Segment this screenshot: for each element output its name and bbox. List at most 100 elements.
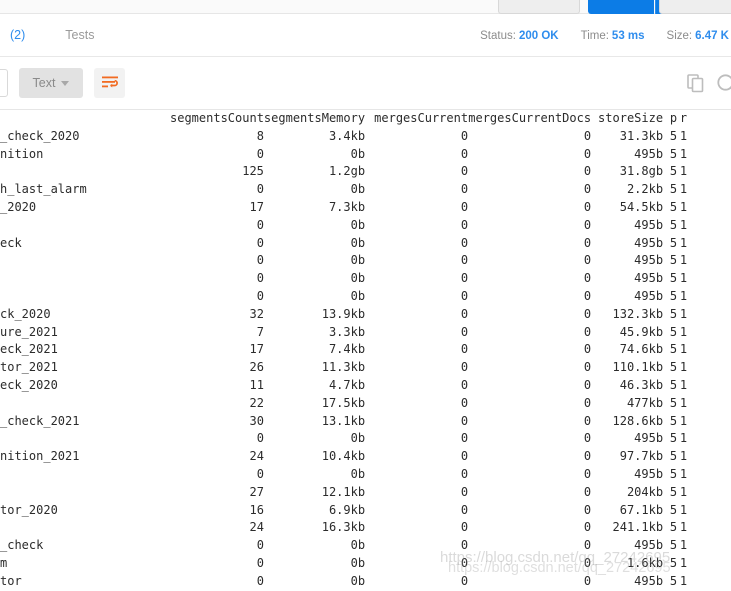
cell-store-size: 132.3kb [612, 306, 664, 321]
cell-index: eck_2020 [0, 377, 58, 392]
cell-p: 5 [669, 306, 678, 321]
cell-merges-current-docs: 0 [583, 253, 592, 268]
word-wrap-toggle[interactable] [94, 68, 125, 98]
cell-merges-current-docs: 0 [583, 306, 592, 321]
cell-index: nition_2021 [0, 449, 80, 464]
body-format-select[interactable]: Text [19, 68, 83, 98]
cell-r: 1 [679, 395, 688, 410]
tab-cookies-count[interactable]: (2) [4, 14, 31, 57]
cell-segments-memory: 7.3kb [328, 199, 366, 214]
table-row: 125 1.2gb 0 0 31.8gb 5 1 [0, 163, 687, 181]
cell-p: 5 [669, 288, 678, 303]
params-button[interactable] [498, 0, 580, 14]
response-status-group: Status: 200 OK Time: 53 ms Size: 6.47 K [458, 14, 731, 57]
cell-merges-current: 0 [460, 199, 469, 214]
cell-index: _2020 [0, 199, 37, 214]
table-head: segmentsCount segmentsMemory mergesCurre… [0, 110, 687, 128]
cell-merges-current-docs: 0 [583, 235, 592, 250]
cell-merges-current: 0 [460, 538, 469, 553]
cell-index: ure_2021 [0, 324, 58, 339]
cell-segments-memory: 0b [350, 466, 366, 481]
cell-store-size: 495b [634, 271, 664, 286]
col-store-size: storeSize [598, 111, 664, 125]
table-row: 0 0b 0 0 495b 5 1 [0, 252, 687, 270]
cell-segments-count: 24 [249, 449, 264, 464]
tab-tests[interactable]: Tests [53, 14, 106, 57]
cell-merges-current-docs: 0 [583, 466, 592, 481]
cell-p: 5 [669, 360, 678, 375]
size-label: Size: [666, 29, 693, 42]
cell-segments-count: 17 [249, 342, 264, 357]
word-wrap-icon [101, 76, 118, 88]
cell-merges-current-docs: 0 [583, 146, 592, 161]
cell-p: 5 [669, 555, 678, 570]
cell-segments-count: 16 [249, 502, 264, 517]
cell-store-size: 495b [634, 431, 664, 446]
cell-p: 5 [669, 164, 678, 179]
cell-r: 1 [679, 431, 688, 446]
table-row: 0 0b 0 0 495b 5 1 [0, 430, 687, 448]
cell-segments-count: 0 [256, 235, 264, 250]
cell-r: 1 [679, 182, 688, 197]
size-badge[interactable]: Size: 6.47 K [667, 30, 729, 42]
cell-r: 1 [679, 484, 688, 499]
cell-merges-current: 0 [460, 555, 469, 570]
cell-segments-memory: 0b [350, 182, 366, 197]
cell-merges-current: 0 [460, 324, 469, 339]
raw-view-button[interactable] [0, 69, 8, 97]
table-row: 24 16.3kb 0 0 241.1kb 5 1 [0, 519, 687, 537]
cell-merges-current-docs: 0 [583, 217, 592, 232]
cell-segments-memory: 0b [350, 253, 366, 268]
cell-index [0, 430, 170, 448]
table-row: m 0 0b 0 0 1.6kb 5 1 [0, 555, 687, 573]
cell-p: 5 [669, 520, 678, 535]
cell-merges-current: 0 [460, 182, 469, 197]
cell-merges-current-docs: 0 [583, 449, 592, 464]
cell-merges-current: 0 [460, 449, 469, 464]
cell-r: 1 [679, 342, 688, 357]
col-index [0, 110, 170, 128]
cell-segments-count: 0 [256, 288, 264, 303]
cell-merges-current: 0 [460, 271, 469, 286]
cell-segments-memory: 0b [350, 538, 366, 553]
table-row: _check_2020 8 3.4kb 0 0 31.3kb 5 1 [0, 128, 687, 146]
cell-segments-count: 0 [256, 573, 264, 588]
search-response-button[interactable] [716, 73, 731, 100]
cell-store-size: 1.6kb [626, 555, 664, 570]
cell-segments-count: 0 [256, 555, 264, 570]
col-merges-current: mergesCurrent [374, 111, 469, 125]
cell-p: 5 [669, 431, 678, 446]
cell-store-size: 495b [634, 573, 664, 588]
table-row: nition 0 0b 0 0 495b 5 1 [0, 146, 687, 164]
cell-merges-current: 0 [460, 360, 469, 375]
cell-r: 1 [679, 164, 688, 179]
response-body-viewer[interactable]: segmentsCount segmentsMemory mergesCurre… [0, 110, 731, 591]
send-button[interactable] [588, 0, 654, 14]
cell-segments-count: 0 [256, 182, 264, 197]
cell-merges-current: 0 [460, 502, 469, 517]
copy-response-button[interactable] [687, 74, 707, 99]
cell-index: tor_2021 [0, 360, 58, 375]
cell-store-size: 31.3kb [619, 128, 664, 143]
status-badge[interactable]: Status: 200 OK [480, 30, 558, 42]
cell-segments-count: 0 [256, 431, 264, 446]
cell-segments-memory: 11.3kb [321, 360, 366, 375]
cell-p: 5 [669, 538, 678, 553]
cell-r: 1 [679, 253, 688, 268]
col-merges-current-docs: mergesCurrentDocs [468, 111, 592, 125]
cell-store-size: 495b [634, 466, 664, 481]
cell-segments-count: 11 [249, 377, 264, 392]
cell-index [0, 252, 170, 270]
cell-store-size: 74.6kb [619, 342, 664, 357]
save-button[interactable] [659, 0, 731, 14]
cell-segments-memory: 0b [350, 271, 366, 286]
response-tabs: (2) Tests [0, 14, 106, 56]
table-row: eck 0 0b 0 0 495b 5 1 [0, 235, 687, 253]
cell-merges-current: 0 [460, 306, 469, 321]
cell-p: 5 [669, 324, 678, 339]
cell-segments-memory: 4.7kb [328, 377, 366, 392]
cell-store-size: 128.6kb [612, 413, 664, 428]
cell-r: 1 [679, 235, 688, 250]
time-badge[interactable]: Time: 53 ms [581, 30, 645, 42]
cell-merges-current: 0 [460, 253, 469, 268]
